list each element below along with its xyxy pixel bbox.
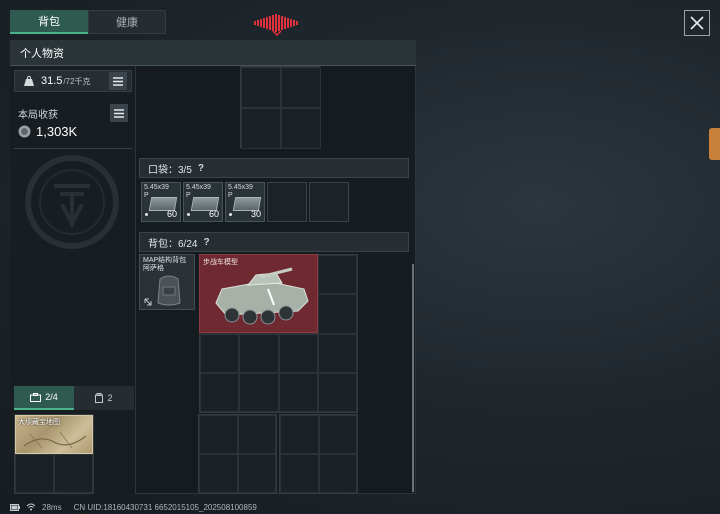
list-icon	[113, 76, 123, 86]
grid-cell[interactable]	[278, 333, 318, 373]
map-icon	[23, 431, 87, 449]
tab-case-count: 2	[107, 393, 113, 403]
grid-cell[interactable]	[199, 454, 238, 493]
backpack-label: 背包：6/24	[148, 238, 198, 250]
weight-icon	[24, 75, 34, 86]
grid-cell[interactable]	[318, 454, 357, 493]
backpack-grid-lower-left[interactable]	[198, 414, 277, 494]
signal-indicator-icon	[254, 14, 298, 36]
grid-cell[interactable]	[239, 333, 279, 373]
grid-cell[interactable]	[237, 415, 276, 454]
ammo-dot-icon	[145, 213, 148, 216]
vehicle-model-item[interactable]: 步战车模型	[199, 254, 318, 333]
grid-cell[interactable]	[241, 108, 281, 149]
close-button[interactable]	[684, 10, 710, 36]
backpack-help-icon[interactable]: ?	[203, 237, 209, 248]
weight-max: /72千克	[63, 76, 91, 86]
tab-container-items[interactable]: 2/4	[14, 386, 74, 410]
grid-cell[interactable]	[280, 454, 319, 493]
grid-cell[interactable]	[317, 255, 357, 295]
ammo-dot-icon	[187, 213, 190, 216]
pockets-help-icon[interactable]: ?	[198, 163, 204, 174]
backpack-name: MAP结构背包 阿萨格	[143, 257, 187, 272]
divider	[14, 148, 132, 149]
top-tabs: 背包 健康	[10, 10, 166, 34]
backpack-header: 背包：6/24 ?	[139, 232, 409, 252]
tab-inventory[interactable]: 背包	[10, 10, 88, 34]
pocket-slot[interactable]	[309, 182, 349, 222]
grid-cell[interactable]	[318, 415, 357, 454]
briefcase-icon	[30, 392, 42, 402]
pocket-slot[interactable]	[267, 182, 307, 222]
tab-container-case[interactable]: 2	[74, 386, 134, 410]
container-tabs: 2/4 2	[14, 386, 134, 410]
grid-cell[interactable]	[281, 108, 321, 149]
income-box: 本局收获 1,303K	[14, 100, 132, 146]
grid-cell[interactable]	[200, 372, 240, 412]
weight-box: 31.5 /72千克	[14, 70, 132, 92]
ammo-item[interactable]: 5.45x39 P 30	[225, 182, 265, 222]
grid-cell[interactable]	[15, 454, 54, 493]
list-icon	[114, 108, 124, 118]
grid-cell[interactable]	[317, 294, 357, 334]
tab-container-count: 2/4	[45, 392, 58, 402]
treasure-map-item[interactable]: 大坝藏宝地图	[15, 415, 93, 454]
close-icon	[690, 16, 704, 30]
grid-cell[interactable]	[281, 67, 321, 108]
weight-list-button[interactable]	[109, 72, 127, 90]
user-uid: CN UID:18160430731 6652015105_2025081008…	[73, 502, 257, 512]
grid-cell[interactable]	[200, 333, 240, 373]
grid-cell[interactable]	[317, 372, 357, 412]
armored-vehicle-icon	[215, 267, 309, 325]
income-value: 1,303K	[36, 124, 78, 139]
grid-cell[interactable]	[237, 454, 276, 493]
backpack-grid-lower-right[interactable]	[279, 414, 358, 494]
grid-cell[interactable]	[241, 67, 281, 108]
ammo-dot-icon	[229, 213, 232, 216]
ammo-count: 60	[208, 209, 219, 219]
resize-icon	[144, 298, 152, 306]
income-list-button[interactable]	[110, 104, 128, 122]
battery-icon	[10, 503, 20, 511]
panel-title: 个人物资	[10, 40, 416, 66]
ping-value: 28ms	[42, 502, 62, 512]
tab-health[interactable]: 健康	[88, 10, 166, 34]
grid-cell[interactable]	[280, 415, 319, 454]
map-item-label: 大坝藏宝地图	[18, 419, 60, 426]
emblem-watermark-icon	[25, 155, 119, 249]
pockets-label: 口袋：3/5	[148, 164, 192, 176]
side-item-icon[interactable]	[709, 128, 720, 160]
chest-slot-grid[interactable]	[240, 66, 321, 149]
scrollbar[interactable]	[412, 264, 414, 492]
backpack-icon	[157, 275, 181, 306]
ammo-count: 30	[250, 209, 261, 219]
status-bar: 28ms CN UID:18160430731 6652015105_20250…	[0, 500, 720, 514]
grid-cell[interactable]	[239, 372, 279, 412]
grid-cell[interactable]	[199, 415, 238, 454]
pockets-header: 口袋：3/5 ?	[139, 158, 409, 178]
ammo-count: 60	[166, 209, 177, 219]
grid-cell[interactable]	[278, 372, 318, 412]
income-label: 本局收获	[18, 110, 58, 121]
weight-current: 31.5	[41, 75, 63, 87]
ammo-item[interactable]: 5.45x39 P 60	[141, 182, 181, 222]
grid-cell[interactable]	[317, 333, 357, 373]
equipped-backpack-slot[interactable]: MAP结构背包 阿萨格	[139, 254, 195, 310]
wifi-icon	[26, 503, 36, 511]
case-icon	[95, 393, 104, 403]
coin-icon	[18, 125, 31, 138]
grid-cell[interactable]	[54, 454, 93, 493]
ammo-item[interactable]: 5.45x39 P 60	[183, 182, 223, 222]
